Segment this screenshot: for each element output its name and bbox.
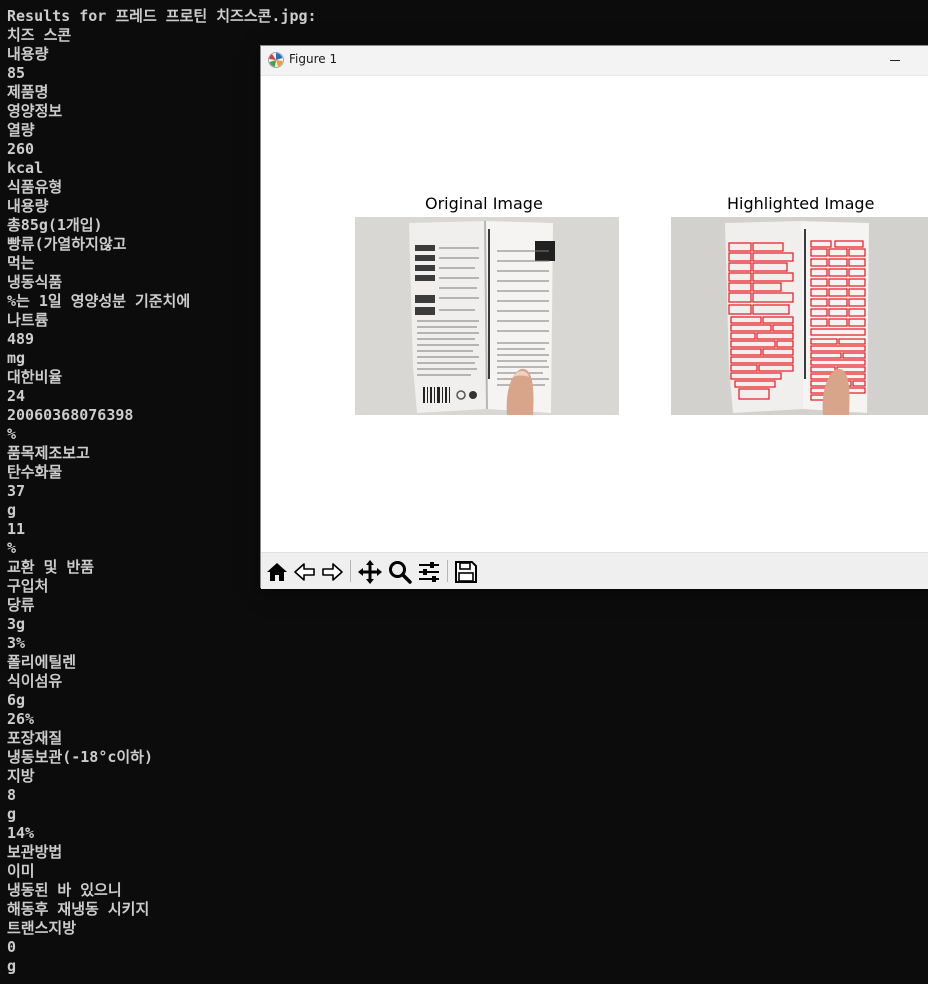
terminal-line: 당류 xyxy=(7,596,35,614)
terminal-line: Results for 프레드 프로틴 치즈스콘.jpg: xyxy=(7,7,317,25)
pan-icon xyxy=(358,560,382,584)
matplotlib-app-icon xyxy=(267,51,285,69)
home-icon xyxy=(267,563,287,581)
forward-icon xyxy=(322,563,343,581)
toolbar-separator xyxy=(350,560,351,582)
minimize-icon xyxy=(890,60,900,61)
window-title: Figure 1 xyxy=(289,52,338,66)
toolbar-separator xyxy=(447,560,448,582)
forward-button[interactable] xyxy=(319,559,345,585)
terminal-line: g xyxy=(7,805,17,823)
terminal-line: 포장재질 xyxy=(7,729,63,747)
minimize-button[interactable] xyxy=(877,46,913,75)
configure-subplots-icon xyxy=(419,562,439,582)
figure-canvas[interactable]: Original Image Highlighted Image xyxy=(261,76,928,552)
zoom-button[interactable] xyxy=(387,559,413,585)
terminal-line: 트랜스지방 xyxy=(7,919,77,937)
back-icon xyxy=(294,563,315,581)
pan-button[interactable] xyxy=(357,559,383,585)
terminal-line: g xyxy=(7,957,17,975)
terminal-line: 식이섬유 xyxy=(7,672,63,690)
matplotlib-figure-window[interactable]: Figure 1 Original Image Highlighted Imag… xyxy=(260,45,928,589)
home-button[interactable] xyxy=(264,559,290,585)
title-bar[interactable]: Figure 1 xyxy=(261,46,928,76)
terminal-line: 이미 xyxy=(7,862,35,880)
configure-subplots-button[interactable] xyxy=(416,559,442,585)
zoom-icon xyxy=(389,561,412,584)
highlighted-image xyxy=(671,217,928,415)
terminal-line: 폴리에틸렌 xyxy=(7,653,77,671)
terminal-line: 3% xyxy=(7,634,26,652)
terminal-line: 6g xyxy=(7,691,26,709)
terminal-line: 26% xyxy=(7,710,35,728)
terminal-line: 14% xyxy=(7,824,35,842)
terminal-line: 8 xyxy=(7,786,17,804)
highlighted-image-title: Highlighted Image xyxy=(727,194,875,213)
terminal-line: 지방 xyxy=(7,767,35,785)
terminal-line: 보관방법 xyxy=(7,843,63,861)
original-image-title: Original Image xyxy=(425,194,543,213)
navigation-toolbar xyxy=(261,552,928,589)
save-button[interactable] xyxy=(453,559,479,585)
terminal-line: 냉동된 바 있으니 xyxy=(7,881,122,899)
terminal-line: 해동후 재냉동 시키지 xyxy=(7,900,150,918)
terminal-line: 3g xyxy=(7,615,26,633)
original-image xyxy=(355,217,619,415)
back-button[interactable] xyxy=(292,559,318,585)
terminal-line: 냉동보관(-18°c이하) xyxy=(7,748,154,766)
terminal-line: 0 xyxy=(7,938,17,956)
save-icon xyxy=(455,561,477,583)
terminal-line: 치즈 스콘 xyxy=(7,26,72,44)
